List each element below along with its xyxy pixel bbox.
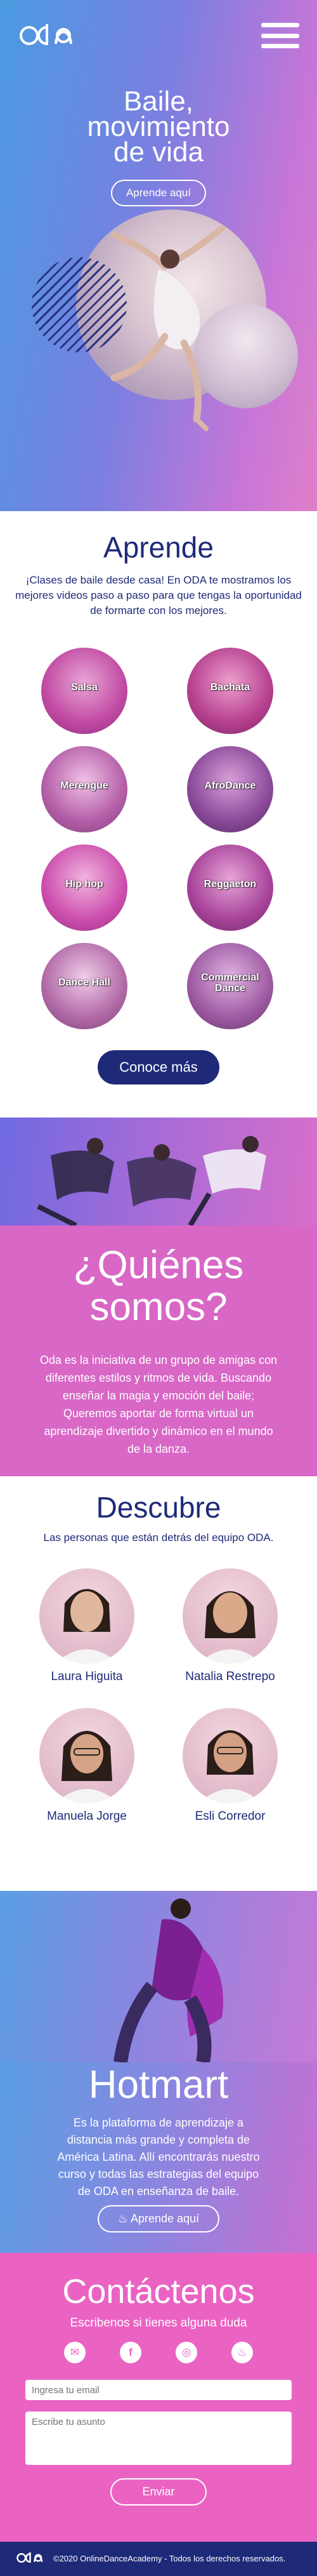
dance-style-label: Dance Hall — [58, 977, 110, 988]
couple-dancing-image — [113, 1899, 223, 2062]
dance-style-label: Bachata — [210, 682, 250, 693]
avatar — [183, 1568, 278, 1664]
dance-style-label: Salsa — [71, 682, 98, 693]
dance-style-card[interactable]: Dance Hall — [41, 943, 127, 1029]
quienes-title-line: ¿Quiénes — [73, 1243, 244, 1287]
hotmart-icon: ♨ — [117, 2212, 131, 2225]
avatar — [39, 1708, 134, 1803]
hero-section: Baile, movimiento de vida Aprende aquí — [0, 0, 317, 511]
dance-style-label: AfroDance — [204, 780, 256, 791]
quienes-banner-image — [0, 1118, 317, 1225]
hotmart-section: Hotmart Es la plataforma de aprendizaje … — [0, 2062, 317, 2253]
dance-style-label: Reggaeton — [204, 879, 257, 890]
email-icon[interactable]: ✉ — [64, 2342, 86, 2363]
aprende-title: Aprende — [103, 531, 214, 564]
member-name: Natalia Restrepo — [185, 1670, 275, 1683]
aprende-section: Aprende ¡Clases de baile desde casa! En … — [0, 511, 317, 1118]
dance-style-card[interactable]: Commercial Dance — [187, 943, 273, 1029]
member-name: Laura Higuita — [51, 1670, 123, 1683]
oda-logo[interactable] — [16, 2549, 43, 2566]
aprende-intro: ¡Clases de baile desde casa! En ODA te m… — [15, 574, 302, 617]
contact-subtitle: Escribenos si tienes alguna duda — [70, 2316, 247, 2330]
descubre-title: Descubre — [96, 1491, 221, 1524]
team-member: Esli Corredor — [176, 1708, 284, 1824]
hero-learn-button[interactable]: Aprende aquí — [111, 180, 206, 206]
quienes-title: ¿Quiénes somos? — [0, 1245, 317, 1328]
contact-title: Contáctenos — [62, 2272, 255, 2311]
avatar — [39, 1568, 134, 1664]
descubre-subtitle: Las personas que están detrás del equipo… — [43, 1532, 274, 1544]
dancers-group-image — [37, 1136, 266, 1225]
hero-title-line: de vida — [113, 137, 204, 168]
hotmart-button-label: Aprende aquí — [131, 2212, 200, 2225]
descubre-section: Descubre Las personas que están detrás d… — [0, 1476, 317, 1891]
oda-logo[interactable] — [19, 22, 74, 48]
subject-field[interactable] — [25, 2412, 292, 2465]
member-name: Esli Corredor — [195, 1810, 266, 1823]
dance-style-card[interactable]: Bachata — [187, 648, 273, 734]
team-member: Manuela Jorge — [33, 1708, 141, 1824]
dance-style-card[interactable]: Reggaeton — [187, 844, 273, 931]
team-member: Natalia Restrepo — [176, 1568, 284, 1684]
learn-more-button[interactable]: Conoce más — [98, 1050, 219, 1084]
dancer-image — [110, 225, 225, 431]
hotmart-learn-button[interactable]: ♨ Aprende aquí — [98, 2205, 219, 2232]
social-links: ✉ f ◎ ♨ — [0, 2342, 317, 2363]
dance-style-label: Hip hop — [65, 879, 103, 890]
copyright-text: ©2020 OnlineDanceAcademy - Todos los der… — [53, 2554, 286, 2563]
email-field[interactable] — [25, 2380, 292, 2400]
quienes-title-line: somos? — [89, 1285, 228, 1329]
quienes-body: Oda es la iniciativa de un grupo de amig… — [39, 1354, 278, 1455]
dance-style-card[interactable]: Merengue — [41, 746, 127, 832]
hero-title: Baile, movimiento de vida — [0, 88, 317, 168]
facebook-icon[interactable]: f — [120, 2342, 141, 2363]
instagram-icon[interactable]: ◎ — [176, 2342, 197, 2363]
hotmart-body: Es la plataforma de aprendizaje a distan… — [57, 2116, 260, 2198]
dance-style-card[interactable]: Hip hop — [41, 844, 127, 931]
menu-icon[interactable] — [261, 23, 299, 48]
dance-style-card[interactable]: AfroDance — [187, 746, 273, 832]
hotmart-icon[interactable]: ♨ — [231, 2342, 253, 2363]
hotmart-banner-image — [0, 1891, 317, 2062]
dance-style-label: Merengue — [60, 780, 108, 791]
team-member: Laura Higuita — [33, 1568, 141, 1684]
dance-style-card[interactable]: Salsa — [41, 648, 127, 734]
member-name: Manuela Jorge — [47, 1810, 127, 1823]
dance-style-label: Commercial Dance — [201, 972, 259, 994]
send-button[interactable]: Enviar — [110, 2478, 207, 2506]
contact-section: Contáctenos Escribenos si tienes alguna … — [0, 2253, 317, 2542]
hotmart-title: Hotmart — [88, 2063, 229, 2107]
avatar — [183, 1708, 278, 1803]
footer: ©2020 OnlineDanceAcademy - Todos los der… — [0, 2542, 317, 2576]
quienes-section: ¿Quiénes somos? Oda es la iniciativa de … — [0, 1225, 317, 1476]
